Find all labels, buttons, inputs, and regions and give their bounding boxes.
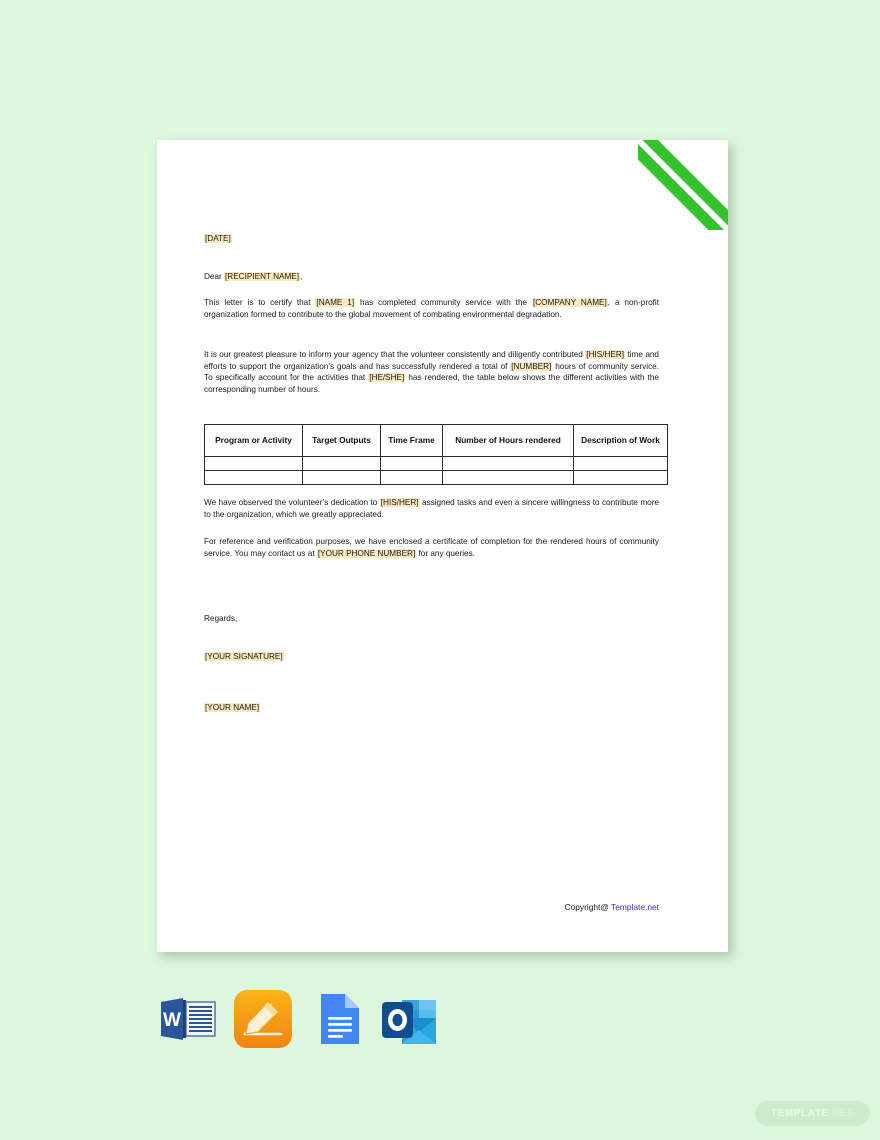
sender-name-line: [YOUR NAME] [204,702,261,714]
your-name-placeholder[interactable]: [YOUR NAME] [204,703,261,712]
table-cell[interactable] [573,470,668,485]
copyright-notice: Copyright@ Template.net [204,902,659,912]
paragraph-hours-summary: It is our greatest pleasure to inform yo… [204,349,659,395]
name-1-placeholder[interactable]: [NAME 1] [315,298,356,307]
apple-pages-icon[interactable] [232,988,294,1050]
p2-text-1: It is our greatest pleasure to inform yo… [204,350,586,359]
google-docs-icon[interactable] [307,988,369,1050]
table-header-program-activity: Program or Activity [204,424,303,457]
table-cell[interactable] [380,470,443,485]
table-cell[interactable] [302,456,381,471]
file-format-icons: W [157,988,467,1050]
green-diagonal-stripes-icon [638,140,728,230]
template-net-watermark: TEMPLATE.NET [754,1101,870,1126]
table-cell[interactable] [573,456,668,471]
table-cell[interactable] [204,470,303,485]
table-cell[interactable] [380,456,443,471]
table-cell[interactable] [302,470,381,485]
phone-number-placeholder[interactable]: [YOUR PHONE NUMBER] [316,548,417,558]
table-header-time-frame: Time Frame [380,424,443,457]
copyright-prefix: Copyright@ [564,902,612,912]
his-her-placeholder-2[interactable]: [HIS/HER] [379,498,420,507]
p4-text-2: for any queries. [416,548,475,558]
salutation-prefix: Dear [204,272,225,281]
table-row[interactable] [204,470,668,485]
svg-text:W: W [163,1010,181,1031]
recipient-name-placeholder[interactable]: [RECIPIENT NAME] [224,272,301,281]
p1-text-1: This letter is to certify that [204,298,316,307]
closing-regards: Regards, [204,614,238,623]
table-cell[interactable] [204,456,303,471]
document-page: [DATE] Dear [RECIPIENT NAME], This lette… [157,140,728,952]
salutation: Dear [RECIPIENT NAME], [204,271,302,283]
paragraph-verification: For reference and verification purposes,… [204,536,659,559]
table-cell[interactable] [442,470,574,485]
watermark-suffix: .NET [828,1108,854,1119]
table-cell[interactable] [442,456,574,471]
paragraph-dedication: We have observed the volunteer’s dedicat… [204,497,659,520]
activity-table: Program or Activity Target Outputs Time … [204,424,668,485]
p1-text-2: has completed community service with the [355,298,532,307]
number-placeholder[interactable]: [NUMBER] [510,361,553,371]
table-header-row: Program or Activity Target Outputs Time … [204,424,668,457]
signature-placeholder[interactable]: [YOUR SIGNATURE] [204,652,284,661]
table-header-target-outputs: Target Outputs [302,424,381,457]
watermark-main: TEMPLATE [770,1108,829,1119]
table-header-number-of-hours: Number of Hours rendered [442,424,574,457]
he-she-placeholder[interactable]: [HE/SHE] [368,373,406,383]
microsoft-outlook-icon[interactable] [378,988,440,1050]
salutation-suffix: , [300,272,303,281]
microsoft-word-icon[interactable]: W [157,988,219,1050]
paragraph-certify: This letter is to certify that [NAME 1] … [204,297,659,320]
table-row[interactable] [204,456,668,471]
date-placeholder[interactable]: [DATE] [204,234,232,243]
his-her-placeholder-1[interactable]: [HIS/HER] [585,350,626,359]
signature-line: [YOUR SIGNATURE] [204,651,284,663]
p3-text-1: We have observed the volunteer’s dedicat… [204,498,380,507]
date-line: [DATE] [204,233,232,245]
table-header-description-of-work: Description of Work [573,424,668,457]
template-net-link[interactable]: Template.net [611,902,659,912]
company-name-placeholder[interactable]: [COMPANY NAME] [531,298,608,307]
